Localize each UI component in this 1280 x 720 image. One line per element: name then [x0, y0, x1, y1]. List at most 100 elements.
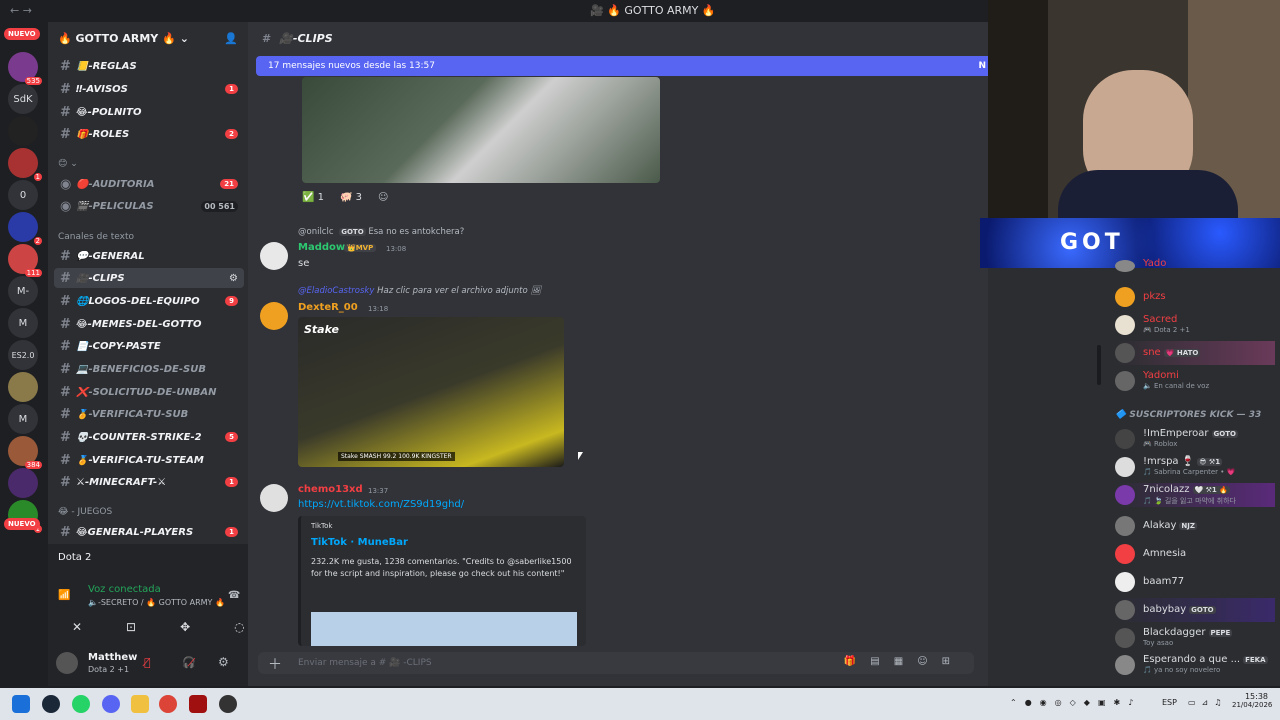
member-item[interactable]: pkzs	[1115, 285, 1275, 309]
chat-area: # 🎥-CLIPS 17 mensajes nuevos desde las 1…	[248, 22, 988, 686]
composer-placeholder[interactable]: Enviar mensaje a # 🎥 -CLIPS	[298, 658, 432, 668]
author-name[interactable]: Maddow	[298, 242, 345, 253]
category-text-channels[interactable]: Canales de texto	[58, 232, 134, 242]
member-item[interactable]: Sacred 🎮 Dota 2 +1	[1115, 313, 1275, 337]
member-item[interactable]: 7nicolazz 🤍 ⚒1 🔥 🎵 🍃 길을 잃고 마약에 취하다	[1115, 483, 1275, 507]
server-icon-4[interactable]: 1	[8, 148, 42, 181]
new-pill-bottom[interactable]: NUEVO	[4, 518, 40, 530]
category-juegos[interactable]: 😂 - JUEGOS	[58, 507, 112, 517]
new-pill-top[interactable]: NUEVO	[4, 28, 40, 40]
message-link[interactable]: https://vt.tiktok.com/ZS9d19ghd/	[298, 499, 464, 510]
server-icon-0[interactable]: 0	[8, 180, 38, 210]
obs-icon[interactable]	[219, 695, 237, 713]
new-messages-bar[interactable]: 17 mensajes nuevos desde las 13:57 N	[256, 56, 988, 76]
channel-cs2[interactable]: # 💀-COUNTER-STRIKE-2 5	[54, 427, 244, 447]
channel-unban[interactable]: # ❌-SOLICITUD-DE-UNBAN	[54, 382, 244, 402]
hash-icon: #	[60, 338, 71, 354]
server-name: 🔥 GOTTO ARMY 🔥	[58, 31, 176, 45]
voice-channel-auditoria[interactable]: ◉ 🔴-AUDITORIA 21	[54, 174, 244, 194]
windows-start-icon[interactable]	[12, 695, 30, 713]
server-icon-m[interactable]: M	[8, 308, 38, 338]
clock[interactable]: 15:38 21/04/2026	[1232, 692, 1272, 709]
channel-roles[interactable]: # 🎁-ROLES 2	[54, 124, 244, 144]
server-icon-m2[interactable]: M	[8, 404, 38, 434]
server-icon-3[interactable]	[8, 116, 38, 146]
member-item[interactable]: Yado	[1115, 258, 1275, 284]
message-composer[interactable]: ＋ Enviar mensaje a # 🎥 -CLIPS 🎁▤▦☺⊞	[258, 652, 974, 674]
folder-icon[interactable]	[131, 695, 149, 713]
chrome-icon[interactable]	[159, 695, 177, 713]
settings-icon[interactable]: ⚙	[229, 273, 238, 284]
voice-channel-peliculas[interactable]: ◉ 🎬-PELICULAS 00 561	[54, 196, 244, 216]
channel-beneficios[interactable]: # 💻-BENEFICIOS-DE-SUB	[54, 359, 244, 379]
disconnect-icon[interactable]: ☎	[228, 590, 240, 601]
member-item[interactable]: Blackdagger PEPE Toy asao	[1115, 626, 1275, 650]
dota-icon[interactable]	[189, 695, 207, 713]
mute-icon[interactable]: 🎙̸	[144, 656, 151, 669]
gear-icon[interactable]: ⚙	[218, 655, 229, 669]
server-icon-es2[interactable]: ES2.0	[8, 340, 38, 370]
channel-copy-paste[interactable]: # 📄-COPY-PASTE	[54, 336, 244, 356]
channel-verifica-sub[interactable]: # 🏅-VERIFICA-TU-SUB	[54, 404, 244, 424]
channel-verifica-steam[interactable]: # 🏅-VERIFICA-TU-STEAM	[54, 450, 244, 470]
reply-preview[interactable]: @onilclc GOTO Esa no es antokchera?	[298, 227, 464, 237]
nav-arrows[interactable]: ← →	[10, 4, 32, 17]
member-item[interactable]: Yadomi 🔈 En canal de voz	[1115, 369, 1275, 393]
member-item[interactable]: Amnesia	[1115, 542, 1275, 566]
composer-tools-icons[interactable]: 🎁▤▦☺⊞	[844, 656, 964, 667]
server-icon-7[interactable]: 111	[8, 244, 42, 277]
member-item[interactable]: Alakay NJZ	[1115, 514, 1275, 538]
deafen-icon[interactable]: 🎧̸	[182, 656, 196, 669]
avatar[interactable]	[260, 242, 288, 270]
server-header[interactable]: 🔥 GOTTO ARMY 🔥 ⌄ 👤	[48, 22, 248, 54]
tray-icons[interactable]: ⌃●◉◎◇◆▣✱♪	[1010, 698, 1141, 707]
channel-general-players[interactable]: # 😂GENERAL-PLAYERS 1	[54, 522, 244, 542]
add-reaction-icon[interactable]: ☺	[378, 192, 388, 203]
video-attachment[interactable]	[302, 77, 660, 183]
discord-icon[interactable]	[102, 695, 120, 713]
server-icon-m-dash[interactable]: M-	[8, 276, 38, 306]
member-item[interactable]: !ImEmperoar GOTO 🎮 Roblox	[1115, 427, 1275, 451]
member-item[interactable]: Esperando a que ... FEKA 🎵 ya no soy novel…	[1115, 653, 1275, 677]
embed-title[interactable]: TikTok · MuneBar	[311, 537, 576, 548]
embed-provider: TikTok	[311, 522, 333, 530]
reply-preview[interactable]: @EladioCastrosky Haz clic para ver el ar…	[298, 286, 541, 296]
member-item[interactable]: baam77	[1115, 570, 1275, 594]
channel-reglas[interactable]: # 📒-REGLAS	[54, 56, 244, 76]
server-icon-14[interactable]	[8, 468, 38, 498]
channel-clips[interactable]: # 🎥-CLIPS ⚙	[54, 268, 244, 288]
avatar[interactable]	[56, 652, 78, 674]
category-emoji[interactable]: 😊 ⌄	[58, 159, 78, 169]
channel-logos[interactable]: # 🌐LOGOS-DEL-EQUIPO 9	[54, 291, 244, 311]
member-item[interactable]: !mrspa 🍷 😎 ⚒1 🎵 Sabrina Carpenter • 💗	[1115, 455, 1275, 479]
channel-minecraft[interactable]: # ⚔-MINECRAFT-⚔ 1	[54, 472, 244, 492]
signal-icon[interactable]: 📶	[58, 590, 70, 601]
whatsapp-icon[interactable]	[72, 695, 90, 713]
server-icon-11[interactable]	[8, 372, 38, 402]
add-member-icon[interactable]: 👤	[224, 32, 238, 45]
member-item[interactable]: sne 💗 HATO	[1115, 341, 1275, 365]
image-attachment[interactable]: Stake Stake SMASH 99.2 100.9K KINGSTER	[298, 317, 564, 467]
channel-general[interactable]: # 💬-GENERAL	[54, 246, 244, 266]
embed-thumbnail[interactable]	[311, 612, 577, 646]
author-name[interactable]: DexteR_00	[298, 302, 358, 313]
server-icon-sdk[interactable]: SdK	[8, 84, 38, 114]
reaction-check[interactable]: ✅ 1	[302, 192, 324, 203]
avatar[interactable]	[260, 302, 288, 330]
voice-location[interactable]: 🔈-SECRETO / 🔥 GOTTO ARMY 🔥	[88, 598, 225, 607]
reaction-pig[interactable]: 🐖 3	[340, 192, 362, 203]
attach-plus-icon[interactable]: ＋	[268, 654, 282, 674]
avatar[interactable]	[260, 484, 288, 512]
channel-polnito[interactable]: # 😂-POLNITO	[54, 102, 244, 122]
channel-memes[interactable]: # 😂-MEMES-DEL-GOTTO	[54, 314, 244, 334]
author-name[interactable]: chemo13xd	[298, 484, 363, 495]
channel-avisos[interactable]: # ‼-AVISOS 1	[54, 79, 244, 99]
server-icon-13[interactable]: 384	[8, 436, 42, 469]
steam-icon[interactable]	[42, 695, 60, 713]
server-icon-1[interactable]: 535	[8, 52, 42, 85]
language-indicator[interactable]: ESP	[1162, 698, 1177, 707]
scrollbar[interactable]	[1097, 345, 1101, 385]
member-item[interactable]: babybay GOTO	[1115, 598, 1275, 622]
server-icon-6[interactable]: 2	[8, 212, 42, 245]
system-icons[interactable]: ▭⊿♫	[1188, 698, 1227, 707]
